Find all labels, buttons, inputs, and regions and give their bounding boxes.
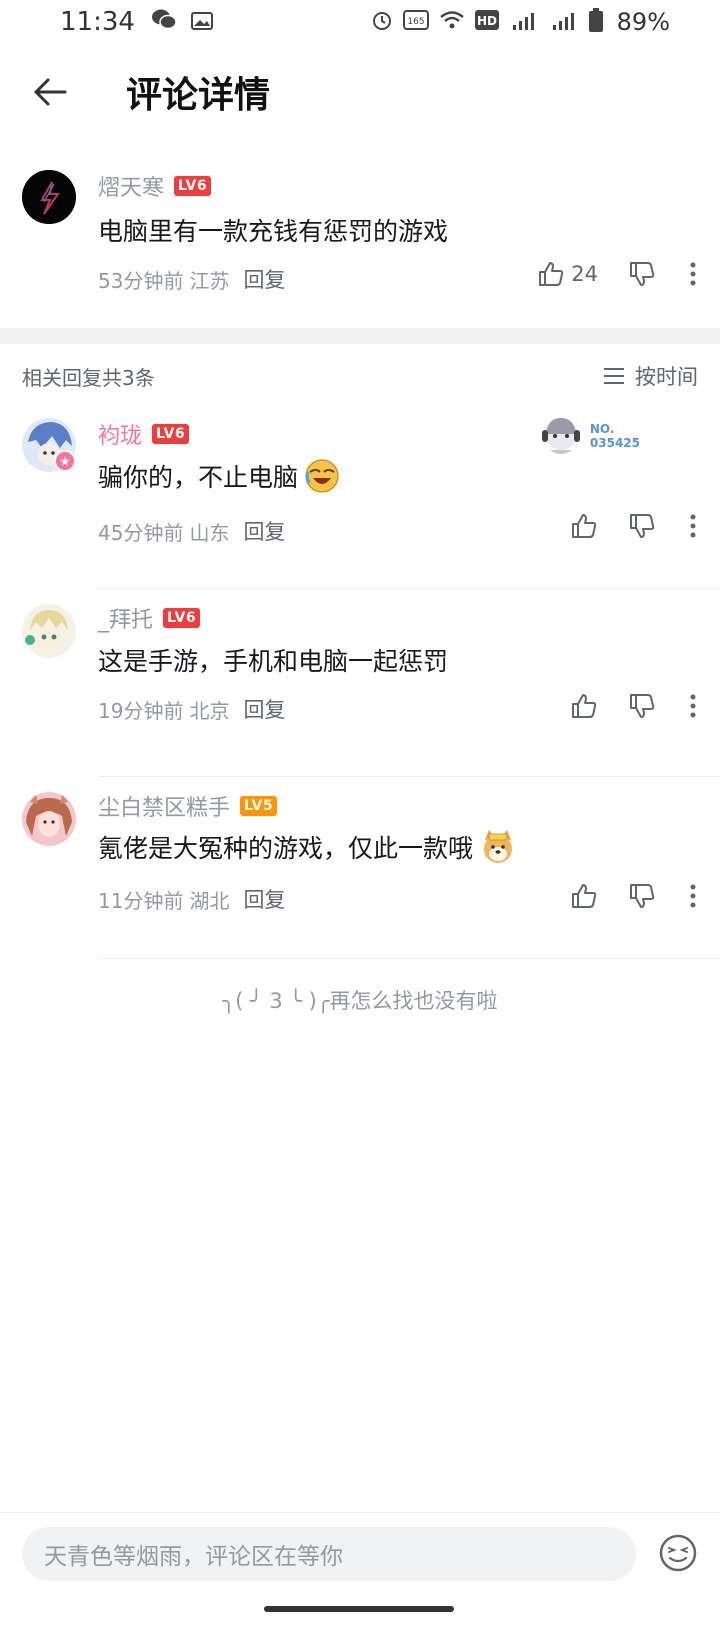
thumbs-up-icon xyxy=(572,694,597,718)
main-comment: 熠天寒 LV6 电脑里有一款充钱有惩罚的游戏 53分钟前 江苏 回复 24 xyxy=(0,160,720,328)
thumbs-down-icon xyxy=(630,694,655,718)
wechat-icon xyxy=(151,8,177,36)
sort-button[interactable]: 按时间 xyxy=(603,361,698,391)
more-vertical-icon xyxy=(690,694,696,718)
signal-5g-icon xyxy=(549,9,579,35)
comment-location: 北京 xyxy=(189,698,230,723)
more-button[interactable] xyxy=(686,262,700,286)
avatar[interactable] xyxy=(22,604,76,658)
username[interactable]: 尘白禁区糕手 xyxy=(98,790,230,822)
svg-text:165: 165 xyxy=(407,17,424,27)
thumbs-up-icon xyxy=(572,884,597,908)
back-button[interactable] xyxy=(20,62,80,122)
reply-item: _拜托 LV6 这是手游，手机和电脑一起惩罚 19分钟前 北京 回复 xyxy=(0,602,720,778)
dislike-button[interactable] xyxy=(628,882,656,910)
svg-text:HD: HD xyxy=(477,14,497,28)
hd-icon: HD xyxy=(474,9,499,35)
like-button[interactable] xyxy=(570,692,598,720)
reply-item: 尘白禁区糕手 LV5 氪佬是大冤种的游戏，仅此一款哦 11分钟前 湖北 回复 xyxy=(0,790,720,966)
wifi-icon xyxy=(439,9,465,35)
replies-count: 相关回复共3条 xyxy=(22,365,155,390)
more-button[interactable] xyxy=(686,884,700,908)
comment-text: 骗你的，不止电脑 xyxy=(98,463,299,492)
dislike-button[interactable] xyxy=(628,260,656,288)
comment-time: 45分钟前 xyxy=(98,520,184,545)
more-button[interactable] xyxy=(686,694,700,718)
dislike-button[interactable] xyxy=(628,512,656,540)
vip-badge-icon xyxy=(54,450,76,472)
avatar[interactable] xyxy=(22,170,76,224)
more-vertical-icon xyxy=(690,262,696,286)
dislike-button[interactable] xyxy=(628,692,656,720)
level-badge: LV6 xyxy=(152,424,190,444)
laughing-emoji-icon xyxy=(305,459,339,493)
comment-location: 江苏 xyxy=(189,268,230,293)
comment-input[interactable]: 天青色等烟雨，评论区在等你 xyxy=(22,1527,636,1581)
like-button[interactable]: 24 xyxy=(537,260,598,288)
divider xyxy=(98,776,720,777)
alarm-icon xyxy=(371,9,393,35)
status-bar: 11:34 165 HD 89% xyxy=(0,0,720,44)
divider xyxy=(98,958,720,959)
more-button[interactable] xyxy=(686,514,700,538)
emoji-icon xyxy=(659,1534,697,1572)
thumbs-down-icon xyxy=(630,514,655,538)
like-button[interactable] xyxy=(570,512,598,540)
divider xyxy=(98,588,720,589)
comment-time: 53分钟前 xyxy=(98,268,184,293)
refresh-rate-icon: 165 xyxy=(402,9,429,35)
like-count: 24 xyxy=(571,262,598,286)
thumbs-up-icon xyxy=(539,262,564,286)
arrow-left-icon xyxy=(34,78,67,106)
more-vertical-icon xyxy=(690,514,696,538)
dog-emoji-icon xyxy=(484,830,513,863)
sort-label: 按时间 xyxy=(635,365,698,389)
thumbs-up-icon xyxy=(572,514,597,538)
reply-item: 袀珑 LV6 骗你的，不止电脑 45分钟前 山东 回复 xyxy=(0,414,720,590)
reply-button[interactable]: 回复 xyxy=(243,516,285,546)
username[interactable]: 熠天寒 xyxy=(98,170,164,202)
username[interactable]: _拜托 xyxy=(98,602,153,634)
comment-text: 电脑里有一款充钱有惩罚的游戏 xyxy=(98,217,449,246)
comment-location: 湖北 xyxy=(189,888,230,913)
comment-time: 19分钟前 xyxy=(98,698,184,723)
comment-location: 山东 xyxy=(189,520,230,545)
like-button[interactable] xyxy=(570,882,598,910)
end-of-list-tip: ╮( ╯ 3 ╰ )╭再怎么找也没有啦 xyxy=(222,989,498,1013)
signal-5g-icon xyxy=(509,9,539,35)
page-title: 评论详情 xyxy=(126,75,271,116)
replies-header: 相关回复共3条 按时间 xyxy=(0,356,720,396)
reply-button[interactable]: 回复 xyxy=(243,694,285,724)
status-time: 11:34 xyxy=(60,7,135,37)
level-badge: LV5 xyxy=(240,796,278,816)
level-badge: LV6 xyxy=(163,608,201,628)
app-header: 评论详情 xyxy=(0,44,720,140)
thumbs-down-icon xyxy=(630,884,655,908)
bottom-input-bar: 天青色等烟雨，评论区在等你 xyxy=(0,1512,720,1632)
emoji-button[interactable] xyxy=(658,1533,698,1573)
username[interactable]: 袀珑 xyxy=(98,418,142,450)
comment-text: 氪佬是大冤种的游戏，仅此一款哦 xyxy=(98,834,474,863)
reply-button[interactable]: 回复 xyxy=(243,264,285,294)
avatar[interactable] xyxy=(22,792,76,846)
home-indicator[interactable] xyxy=(264,1606,454,1612)
comment-text: 这是手游，手机和电脑一起惩罚 xyxy=(98,647,449,676)
list-icon xyxy=(604,368,624,384)
more-vertical-icon xyxy=(690,884,696,908)
battery-icon xyxy=(588,8,603,36)
battery-level: 89% xyxy=(616,8,670,36)
section-divider xyxy=(0,328,720,344)
thumbs-down-icon xyxy=(630,262,655,286)
reply-button[interactable]: 回复 xyxy=(243,884,285,914)
comment-time: 11分钟前 xyxy=(98,888,184,913)
level-badge: LV6 xyxy=(174,176,212,196)
gallery-icon xyxy=(190,8,213,36)
